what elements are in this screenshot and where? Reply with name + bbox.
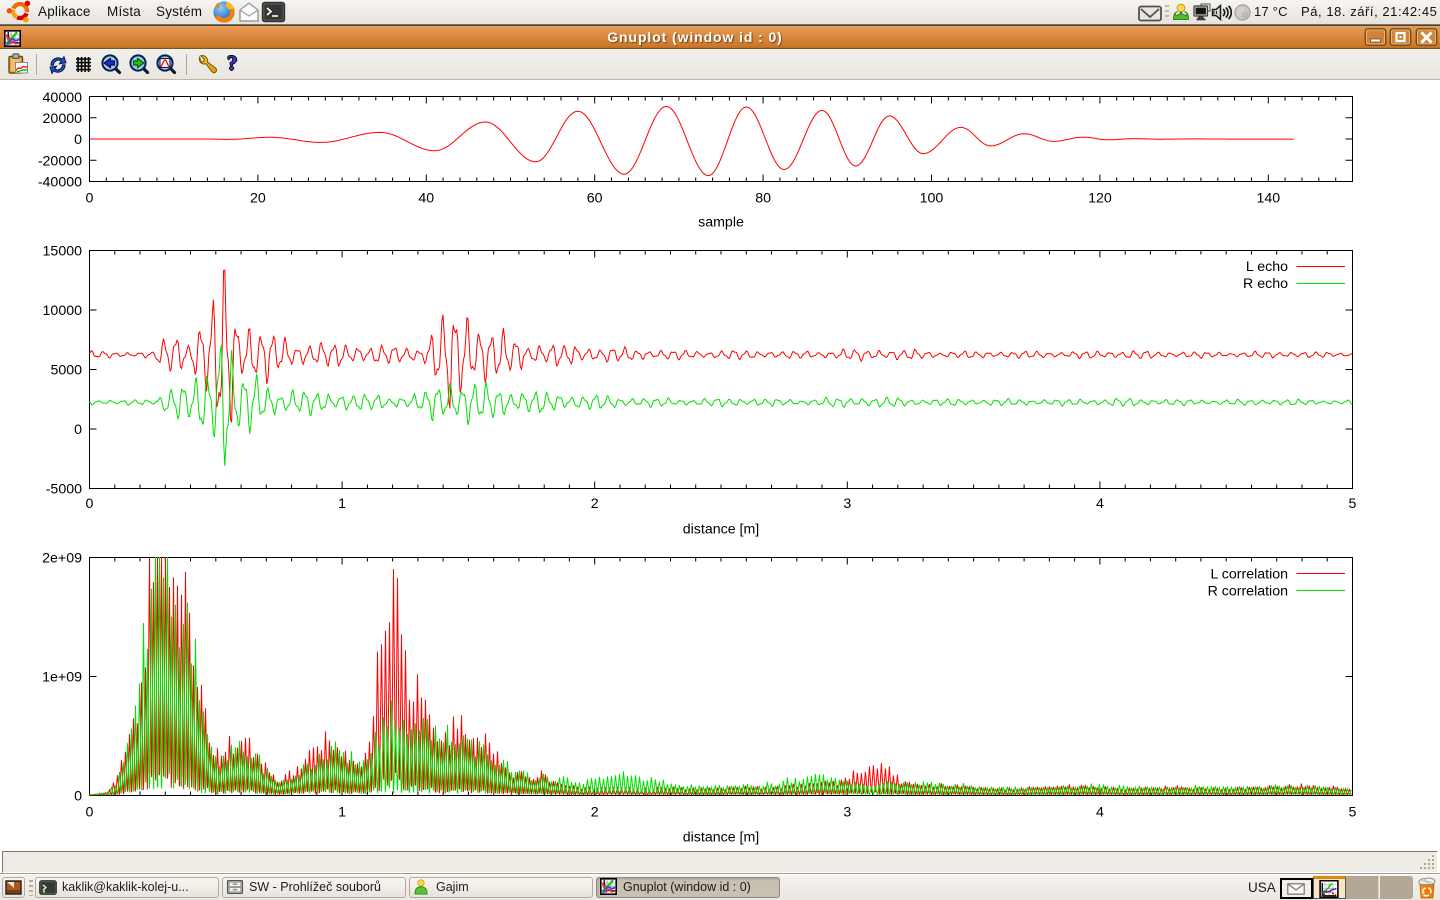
svg-text:R correlation: R correlation xyxy=(1208,584,1288,600)
svg-text:20: 20 xyxy=(250,191,266,207)
svg-text:L echo: L echo xyxy=(1246,259,1288,275)
svg-text:4: 4 xyxy=(1096,496,1104,512)
svg-text:10000: 10000 xyxy=(43,303,83,319)
svg-text:distance [m]: distance [m] xyxy=(683,830,760,846)
svg-text:5: 5 xyxy=(1349,496,1357,512)
svg-text:-5000: -5000 xyxy=(46,482,82,498)
svg-text:2: 2 xyxy=(591,805,599,821)
svg-text:80: 80 xyxy=(755,191,771,207)
svg-text:-20000: -20000 xyxy=(38,154,82,170)
svg-text:40: 40 xyxy=(418,191,434,207)
svg-text:60: 60 xyxy=(587,191,603,207)
svg-text:5: 5 xyxy=(1349,805,1357,821)
svg-text:2: 2 xyxy=(591,496,599,512)
svg-text:40000: 40000 xyxy=(43,90,83,106)
svg-text:3: 3 xyxy=(843,496,851,512)
svg-text:2e+09: 2e+09 xyxy=(42,551,82,567)
svg-text:0: 0 xyxy=(86,496,94,512)
svg-text:0: 0 xyxy=(74,132,82,148)
svg-text:3: 3 xyxy=(843,805,851,821)
svg-text:140: 140 xyxy=(1256,191,1280,207)
svg-text:0: 0 xyxy=(74,789,82,805)
svg-text:4: 4 xyxy=(1096,805,1104,821)
svg-text:0: 0 xyxy=(74,422,82,438)
svg-text:1: 1 xyxy=(338,496,346,512)
svg-text:sample: sample xyxy=(698,215,744,231)
svg-text:20000: 20000 xyxy=(43,111,83,127)
svg-text:120: 120 xyxy=(1088,191,1112,207)
svg-text:0: 0 xyxy=(86,805,94,821)
svg-text:L correlation: L correlation xyxy=(1210,567,1288,583)
svg-text:15000: 15000 xyxy=(43,244,83,260)
svg-text:5000: 5000 xyxy=(50,363,82,379)
svg-text:1e+09: 1e+09 xyxy=(42,670,82,686)
svg-text:distance [m]: distance [m] xyxy=(683,522,760,538)
svg-text:-40000: -40000 xyxy=(38,175,82,191)
svg-text:1: 1 xyxy=(338,805,346,821)
svg-text:0: 0 xyxy=(86,191,94,207)
svg-text:R echo: R echo xyxy=(1243,276,1288,292)
svg-text:100: 100 xyxy=(920,191,944,207)
